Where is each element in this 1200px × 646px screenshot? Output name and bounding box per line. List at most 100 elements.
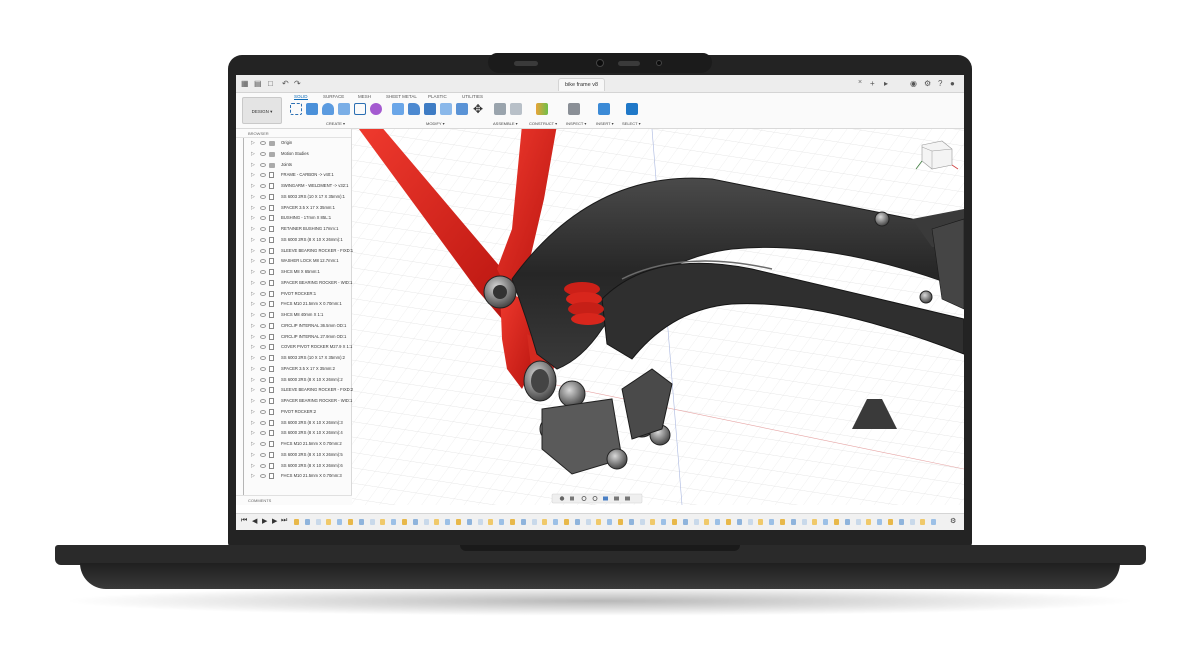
- timeline-feature-icon[interactable]: [726, 519, 731, 525]
- visibility-eye-icon[interactable]: [260, 302, 266, 307]
- timeline-feature-icon[interactable]: [380, 519, 386, 525]
- timeline-feature-icon[interactable]: [855, 519, 861, 525]
- shell-icon[interactable]: [440, 103, 452, 115]
- visibility-eye-icon[interactable]: [260, 334, 266, 339]
- visibility-eye-icon[interactable]: [260, 216, 266, 221]
- timeline-feature-icon[interactable]: [510, 519, 515, 525]
- browser-item[interactable]: ▷ Joints: [236, 160, 351, 171]
- undo-icon[interactable]: ↶: [282, 79, 289, 89]
- redo-icon[interactable]: ↷: [294, 79, 301, 89]
- visibility-eye-icon[interactable]: [260, 323, 266, 328]
- timeline-feature-icon[interactable]: [704, 519, 710, 525]
- timeline-feature-icon[interactable]: [564, 519, 569, 525]
- browser-item[interactable]: ▷ SPACER BEARING ROCKER - WID:1: [236, 278, 352, 289]
- expand-arrow-icon[interactable]: ▷: [251, 428, 255, 439]
- timeline-feature-icon[interactable]: [326, 519, 332, 525]
- timeline-feature-icon[interactable]: [488, 519, 494, 525]
- timeline-feature-icon[interactable]: [650, 519, 656, 525]
- timeline-feature-icon[interactable]: [769, 519, 775, 525]
- tab-surface[interactable]: SURFACE: [323, 94, 344, 99]
- tab-utilities[interactable]: UTILITIES: [462, 94, 483, 99]
- visibility-eye-icon[interactable]: [260, 409, 266, 414]
- timeline-feature-icon[interactable]: [412, 519, 418, 525]
- timeline-back-icon[interactable]: ◀: [252, 517, 257, 525]
- fillet-icon[interactable]: [408, 103, 420, 115]
- visibility-eye-icon[interactable]: [260, 141, 266, 145]
- timeline-feature-icon[interactable]: [531, 519, 537, 525]
- browser-item[interactable]: ▷ RETAINER BUSHING 17mm:1: [236, 224, 351, 235]
- timeline-feature-icon[interactable]: [423, 519, 429, 525]
- browser-item[interactable]: ▷ WASHER LOCK M8 12.7mm:1: [236, 256, 351, 267]
- move-icon[interactable]: ✥: [472, 103, 484, 115]
- browser-header[interactable]: BROWSER: [236, 129, 351, 138]
- combine-icon[interactable]: [456, 103, 468, 115]
- visibility-eye-icon[interactable]: [260, 162, 266, 167]
- save-icon[interactable]: □: [268, 79, 273, 89]
- browser-item[interactable]: ▷ SS 6000 2RS (8 X 10 X 26mm):1: [236, 235, 351, 246]
- job-status-icon[interactable]: ◉: [910, 79, 917, 89]
- nav-toolbar[interactable]: [551, 493, 643, 504]
- browser-item[interactable]: ▷ SPACER BEARING ROCKER - WID:1: [236, 396, 352, 407]
- timeline-feature-icon[interactable]: [434, 519, 440, 525]
- timeline-feature-icon[interactable]: [585, 519, 591, 525]
- timeline-feature-icon[interactable]: [747, 519, 753, 525]
- expand-arrow-icon[interactable]: ▷: [251, 364, 255, 375]
- browser-item[interactable]: ▷ SS 6003 2RS (10 X 17 X 35mm):1: [236, 192, 351, 203]
- timeline-feature-icon[interactable]: [628, 519, 634, 525]
- browser-item[interactable]: ▷ PIVOT ROCKER:2: [236, 407, 351, 418]
- expand-arrow-icon[interactable]: ▷: [251, 203, 255, 214]
- visibility-eye-icon[interactable]: [260, 463, 266, 468]
- timeline-feature-icon[interactable]: [877, 519, 883, 525]
- expand-arrow-icon[interactable]: ▷: [251, 342, 255, 353]
- visibility-eye-icon[interactable]: [260, 227, 266, 231]
- browser-item[interactable]: ▷ CIRCLIP INTERNAL 36.5mm OD:1: [236, 321, 351, 332]
- expand-arrow-icon[interactable]: ▷: [251, 192, 255, 203]
- expand-arrow-icon[interactable]: ▷: [251, 170, 255, 181]
- browser-item[interactable]: ▷ SS 6000 2RS (8 X 10 X 26mm):3: [236, 418, 351, 429]
- visibility-eye-icon[interactable]: [260, 237, 266, 242]
- visibility-eye-icon[interactable]: [260, 194, 266, 199]
- group-modify[interactable]: MODIFY ▾: [426, 121, 445, 126]
- timeline-feature-icon[interactable]: [801, 519, 807, 525]
- expand-arrow-icon[interactable]: ▷: [251, 246, 255, 257]
- timeline-settings-icon[interactable]: ⚙: [950, 517, 956, 525]
- visibility-eye-icon[interactable]: [260, 399, 266, 403]
- timeline-feature-icon[interactable]: [445, 519, 451, 525]
- measure-icon[interactable]: [568, 103, 580, 115]
- press-pull-icon[interactable]: [392, 103, 404, 115]
- visibility-eye-icon[interactable]: [260, 280, 266, 285]
- group-construct[interactable]: CONSTRUCT ▾: [529, 121, 557, 126]
- new-component-icon[interactable]: [494, 103, 506, 115]
- browser-item[interactable]: ▷ SS 6000 2RS (8 X 10 X 26mm):5: [236, 450, 351, 461]
- timeline-feature-icon[interactable]: [888, 519, 893, 525]
- revolve-icon[interactable]: [322, 103, 334, 115]
- browser-item[interactable]: ▷ Origin: [236, 138, 351, 149]
- timeline-feature-icon[interactable]: [672, 519, 677, 525]
- timeline-feature-icon[interactable]: [402, 519, 407, 525]
- visibility-eye-icon[interactable]: [260, 173, 266, 178]
- expand-arrow-icon[interactable]: ▷: [251, 407, 255, 418]
- timeline-feature-icon[interactable]: [812, 519, 818, 525]
- browser-item[interactable]: ▷ BUSHING - 17mm X 85L:1: [236, 213, 351, 224]
- timeline-feature-icon[interactable]: [596, 519, 602, 525]
- visibility-eye-icon[interactable]: [260, 377, 266, 382]
- tab-plastic[interactable]: PLASTIC: [428, 94, 447, 99]
- expand-arrow-icon[interactable]: ▷: [251, 353, 255, 364]
- account-icon[interactable]: ●: [950, 79, 955, 89]
- form-icon[interactable]: [370, 103, 382, 115]
- expand-arrow-icon[interactable]: ▷: [251, 332, 255, 343]
- expand-arrow-icon[interactable]: ▷: [251, 396, 255, 407]
- timeline-feature-icon[interactable]: [758, 519, 764, 525]
- timeline-feature-icon[interactable]: [499, 519, 505, 525]
- data-panel-icon[interactable]: ▸: [884, 79, 888, 89]
- expand-arrow-icon[interactable]: ▷: [251, 224, 255, 235]
- browser-item[interactable]: ▷ SHCS M8 X 65mm:1: [236, 267, 351, 278]
- timeline-feature-icon[interactable]: [898, 519, 904, 525]
- visibility-eye-icon[interactable]: [260, 474, 266, 479]
- expand-arrow-icon[interactable]: ▷: [251, 235, 255, 246]
- browser-item[interactable]: ▷ SS 6000 2RS (8 X 10 X 26mm):4: [236, 428, 351, 439]
- visibility-eye-icon[interactable]: [260, 151, 266, 156]
- timeline-feature-icon[interactable]: [639, 519, 645, 525]
- expand-arrow-icon[interactable]: ▷: [251, 149, 255, 160]
- expand-arrow-icon[interactable]: ▷: [251, 321, 255, 332]
